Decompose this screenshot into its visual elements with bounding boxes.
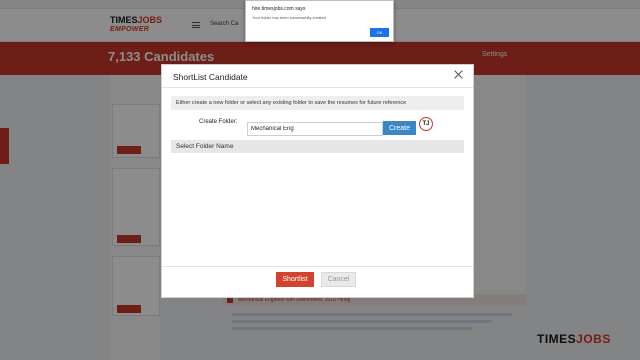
modal-footer-divider [162,266,473,267]
alert-title: hire.timesjobs.com says [252,6,306,12]
folder-list-header-label: Select Folder Name [176,143,234,150]
create-folder-button[interactable]: Create [383,121,416,135]
alert-message: Your folder has been successfully create… [252,15,326,20]
browser-alert-dialog: hire.timesjobs.com says Your folder has … [245,0,394,42]
cancel-button[interactable]: Cancel [321,272,356,287]
shortlist-modal: ShortList Candidate Either create a new … [161,64,474,298]
modal-header: ShortList Candidate [162,65,473,88]
tj-badge-icon: TJ [419,117,433,131]
modal-title: ShortList Candidate [173,72,248,82]
shortlist-button[interactable]: Shortlist [276,272,314,287]
info-text: Either create a new folder or select any… [176,100,407,106]
alert-ok-button[interactable]: OK [370,28,389,37]
folder-name-input[interactable] [247,122,383,136]
close-icon[interactable] [453,69,465,81]
create-folder-label: Create Folder: [199,119,238,125]
info-bar: Either create a new folder or select any… [171,96,464,110]
folder-list-header: Select Folder Name [171,140,464,153]
